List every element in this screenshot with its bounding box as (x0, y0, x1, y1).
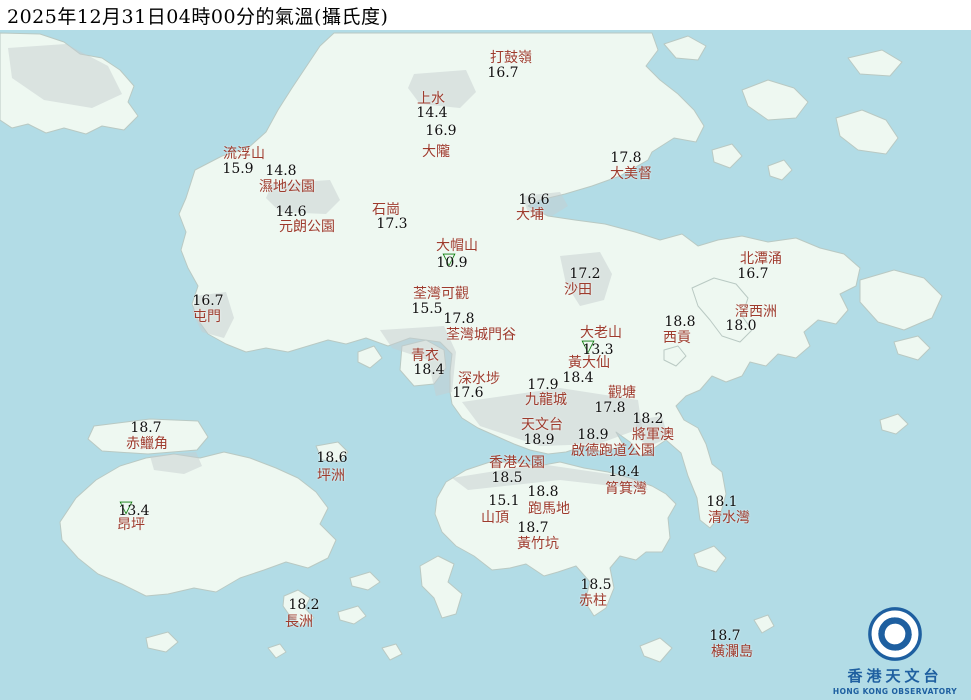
station-name: 昂坪 (117, 517, 145, 533)
station-name: 山頂 (481, 510, 509, 526)
station-name: 元朗公園 (279, 219, 335, 235)
station-name: 上水 (417, 91, 445, 107)
station-name: 大埔 (516, 207, 544, 223)
station-name: 大老山 (580, 325, 622, 341)
station-temp: 18.6 (316, 450, 348, 466)
station-name: 北潭涌 (740, 251, 782, 267)
hko-logo-icon (868, 607, 922, 661)
station-name: 荃灣可觀 (413, 286, 469, 302)
station-name: 赤柱 (579, 593, 607, 609)
station-temp: 16.7 (737, 266, 769, 282)
station-temp: 10.9 (436, 255, 468, 271)
station-name: 大隴 (422, 144, 450, 160)
station-name: 濕地公園 (259, 179, 315, 195)
station-name: 大美督 (610, 166, 652, 182)
station-name: 打鼓嶺 (490, 50, 532, 66)
station-name: 黃大仙 (568, 355, 610, 371)
station-name: 黃竹坑 (517, 536, 559, 552)
station-name: 赤鱲角 (126, 436, 168, 452)
station-name: 沙田 (564, 282, 592, 298)
station-name: 屯門 (193, 309, 221, 325)
station-name: 長洲 (285, 614, 313, 630)
map-title: 2025年12月31日04時00分的氣溫(攝氏度) (7, 5, 389, 28)
hko-logo: 香港天文台 HONG KONG OBSERVATORY (825, 605, 965, 696)
station-name: 荃灣城門谷 (446, 327, 516, 343)
station-temp: 18.4 (562, 370, 594, 386)
station-name: 啟德跑道公園 (571, 443, 655, 459)
station-temp: 15.5 (411, 301, 443, 317)
station-name: 清水灣 (708, 510, 750, 526)
station-temp: 16.9 (425, 123, 457, 139)
station-name: 香港公園 (489, 455, 545, 471)
logo-name-zh: 香港天文台 (847, 667, 943, 685)
station-temp: 18.9 (523, 432, 555, 448)
station-temp: 16.7 (487, 65, 519, 81)
station-name: 青衣 (411, 348, 439, 364)
temperature-map-screen: 2025年12月31日04時00分的氣溫(攝氏度) 16.7 打鼓嶺 14.4 上水 1… (0, 0, 971, 700)
station-name: 坪洲 (317, 468, 345, 484)
station-temp: 17.8 (594, 400, 626, 416)
title-bar: 2025年12月31日04時00分的氣溫(攝氏度) (0, 0, 971, 30)
station-name: 石崗 (372, 202, 400, 218)
station-name: 橫瀾島 (711, 644, 753, 660)
station-name: 觀塘 (608, 385, 636, 401)
station-temp: 15.9 (222, 161, 254, 177)
station-name: 西貢 (663, 330, 691, 346)
station-name: 天文台 (521, 417, 563, 433)
stations-layer: 16.7 打鼓嶺 14.4 上水 16.9 大隴 15.9 流浮山 14.8 濕地公園 17.8 大美… (0, 0, 971, 700)
station-name: 筲箕灣 (605, 481, 647, 497)
station-name: 大帽山 (436, 238, 478, 254)
station-name: 深水埗 (458, 371, 500, 387)
station-name: 跑馬地 (528, 501, 570, 517)
station-name: 九龍城 (525, 392, 567, 408)
station-name: 滘西洲 (735, 304, 777, 320)
station-name: 流浮山 (223, 146, 265, 162)
station-temp: 18.5 (491, 470, 523, 486)
logo-name-en: HONG KONG OBSERVATORY (832, 687, 958, 696)
